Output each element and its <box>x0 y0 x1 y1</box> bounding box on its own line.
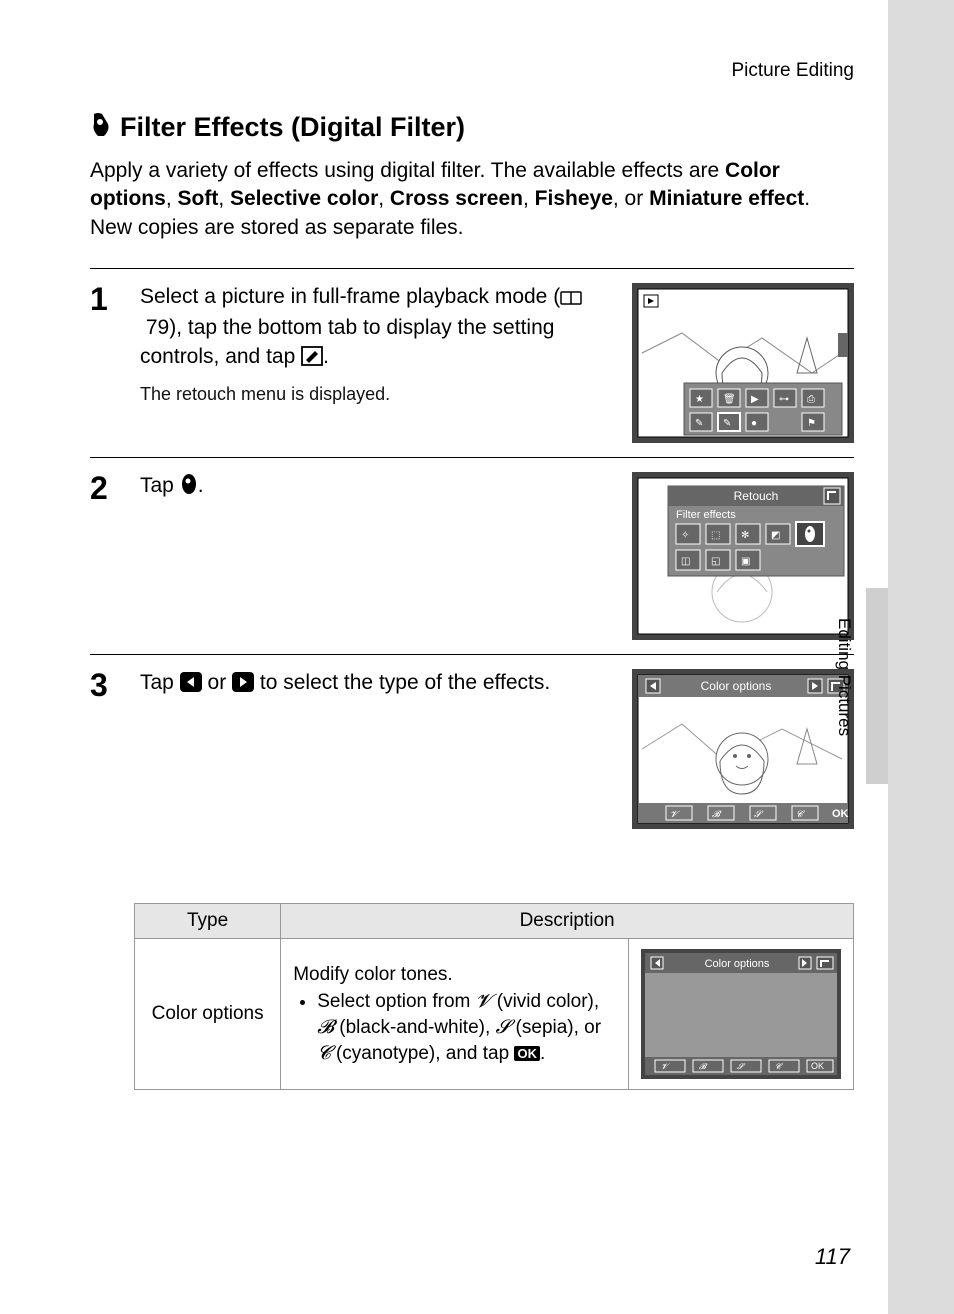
manual-page: Picture Editing Filter Effects (Digital … <box>0 0 888 1314</box>
svg-text:◫: ◫ <box>681 556 690 567</box>
svg-text:⊶: ⊶ <box>779 394 789 405</box>
svg-text:▶: ▶ <box>751 394 759 405</box>
table-row: Color options Modify color tones. Select… <box>135 939 854 1090</box>
svg-text:✎: ✎ <box>723 418 731 429</box>
svg-text:⚑: ⚑ <box>807 418 816 429</box>
page-title-row: Filter Effects (Digital Filter) <box>90 112 888 143</box>
section-header: Picture Editing <box>90 60 888 82</box>
step-1: 1 Select a picture in full-frame playbac… <box>90 269 888 457</box>
step-1-illustration: ★ 🗑 ▶ ⊶ ⎙ ✎ ✎ ● ⚑ <box>632 283 854 443</box>
svg-text:Color options: Color options <box>701 679 772 693</box>
step-2-text: Tap . <box>140 472 616 640</box>
step-number: 1 <box>90 283 122 443</box>
svg-text:▣: ▣ <box>741 556 750 567</box>
step-3-text: Tap or to select the type of the effects… <box>140 669 616 829</box>
svg-text:Color options: Color options <box>705 958 770 970</box>
svg-text:●: ● <box>751 418 757 429</box>
page-title: Filter Effects (Digital Filter) <box>120 112 465 143</box>
page-number: 117 <box>815 1244 850 1270</box>
step-3-illustration: Color options 𝓥𝓑𝓢𝓒 O <box>632 669 854 829</box>
svg-text:🗑: 🗑 <box>723 393 736 405</box>
row-illustration: Color options 𝓥𝓑𝓢𝓒 OK <box>628 939 853 1090</box>
svg-text:◩: ◩ <box>771 530 780 541</box>
step-2: 2 Tap . Retouch Filter effe <box>90 458 888 654</box>
step-3: 3 Tap or to select the type of the effec… <box>90 655 888 843</box>
effects-table: Type Description Color options Modify co… <box>134 903 854 1090</box>
svg-text:⬚: ⬚ <box>711 530 720 541</box>
type-cell: Color options <box>135 939 281 1090</box>
ok-icon: OK <box>514 1046 540 1061</box>
book-icon <box>560 286 582 314</box>
side-tab-label: Editing Pictures <box>834 618 854 736</box>
panel-title: Retouch <box>734 489 779 503</box>
svg-text:◱: ◱ <box>711 556 720 567</box>
svg-text:OK: OK <box>832 808 849 820</box>
intro-paragraph: Apply a variety of effects using digital… <box>90 157 888 242</box>
col-type: Type <box>135 904 281 939</box>
left-arrow-icon <box>180 672 202 700</box>
retouch-icon <box>301 346 323 374</box>
svg-text:✻: ✻ <box>741 530 749 541</box>
svg-text:✎: ✎ <box>695 418 703 429</box>
thumb-tab <box>866 588 888 784</box>
svg-text:Filter effects: Filter effects <box>676 509 736 521</box>
filter-icon <box>90 112 112 143</box>
description-cell: Modify color tones. Select option from 𝓥… <box>281 939 629 1090</box>
svg-text:✧: ✧ <box>681 530 689 541</box>
step-number: 3 <box>90 669 122 829</box>
col-description: Description <box>281 904 854 939</box>
svg-text:OK: OK <box>811 1061 824 1071</box>
step-number: 2 <box>90 472 122 640</box>
right-arrow-icon <box>232 672 254 700</box>
step-2-illustration: Retouch Filter effects ✧ ⬚ ✻ ◩ ◫ ◱ ▣ <box>632 472 854 640</box>
step-1-text: Select a picture in full-frame playback … <box>140 283 616 443</box>
svg-text:⎙: ⎙ <box>807 394 815 405</box>
svg-text:★: ★ <box>695 394 704 405</box>
step-1-sub: The retouch menu is displayed. <box>140 382 616 406</box>
filter-icon <box>180 473 198 503</box>
